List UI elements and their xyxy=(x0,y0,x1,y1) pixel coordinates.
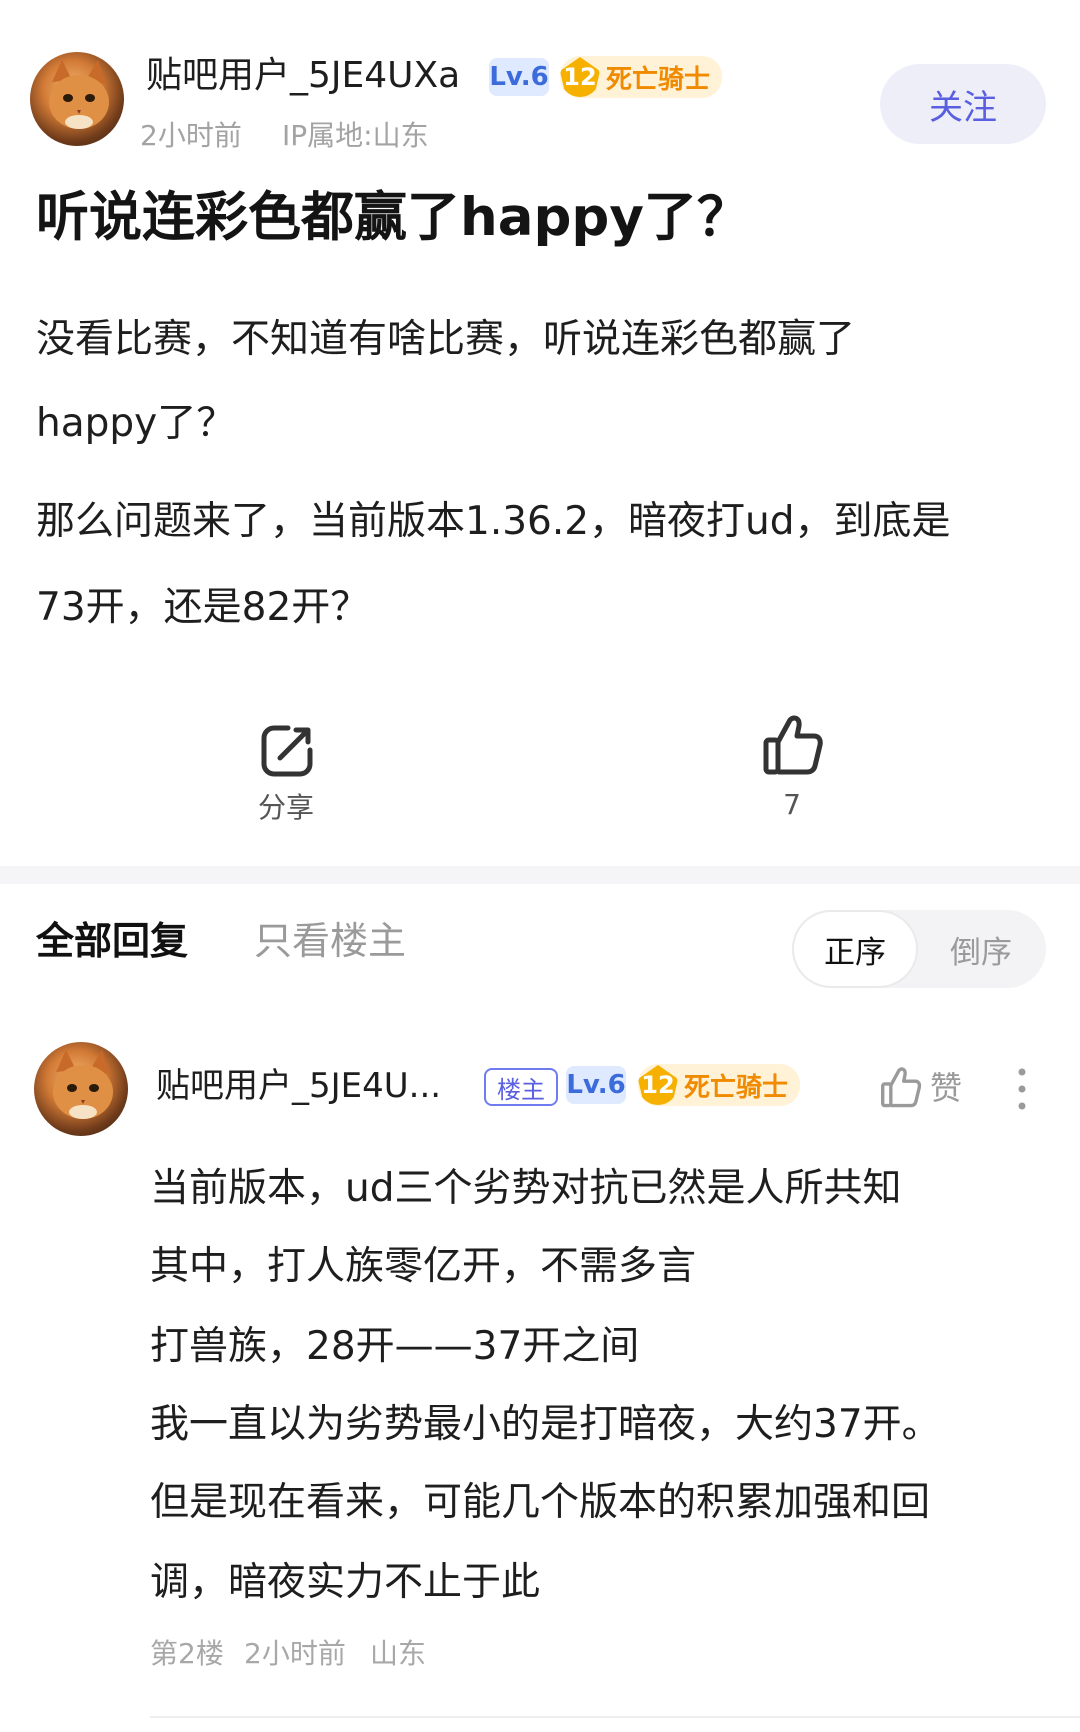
follow-button[interactable]: 关注 xyxy=(880,64,1046,144)
op-badge: 楼主 xyxy=(484,1068,558,1106)
sort-toggle: 正序 倒序 xyxy=(792,910,1046,988)
level-badge-label: Lv.6 xyxy=(489,62,549,92)
tab-all-replies[interactable]: 全部回复 xyxy=(36,916,188,966)
share-label: 分享 xyxy=(257,791,314,824)
post-body-line: happy了？ xyxy=(36,401,236,446)
reply-body-line: 其中，打人族零亿开，不需多言 xyxy=(150,1244,697,1289)
share-icon xyxy=(261,725,313,777)
like-button[interactable]: 7 xyxy=(742,714,842,824)
reply-body-line: 但是现在看来，可能几个版本的积累加强和回 xyxy=(150,1480,931,1525)
sort-ascending[interactable]: 正序 xyxy=(794,912,916,986)
ip-location: IP属地:山东 xyxy=(282,119,429,152)
reply-body-line: 打兽族，28开——37开之间 xyxy=(150,1324,640,1369)
cat-avatar-icon xyxy=(53,1050,113,1119)
reply-location: 山东 xyxy=(370,1637,427,1670)
post-time: 2小时前 xyxy=(140,119,242,152)
reply-divider xyxy=(150,1716,1080,1718)
post-body-line: 没看比赛，不知道有啥比赛，听说连彩色都赢了 xyxy=(36,317,856,362)
tab-op-only[interactable]: 只看楼主 xyxy=(254,916,406,966)
more-vertical-icon xyxy=(1018,1068,1026,1110)
level-badge-label: Lv.6 xyxy=(566,1070,626,1100)
sort-descending[interactable]: 倒序 xyxy=(920,912,1042,986)
share-button[interactable]: 分享 xyxy=(236,718,336,824)
reply-author-avatar[interactable] xyxy=(34,1042,128,1136)
thumbs-up-icon xyxy=(881,1067,922,1108)
reply-like-button[interactable]: 赞 xyxy=(878,1060,978,1116)
reply-level-badge: Lv.6 xyxy=(566,1066,626,1104)
rank-title-badge: 12 死亡骑士 xyxy=(560,56,723,98)
like-count: 7 xyxy=(783,788,801,821)
rank-title-label: 死亡骑士 xyxy=(606,64,711,95)
reply-body-line: 我一直以为劣势最小的是打暗夜，大约37开。 xyxy=(150,1402,941,1447)
post-body-line: 73开，还是82开？ xyxy=(36,585,370,630)
reply-body-line: 调，暗夜实力不止于此 xyxy=(150,1560,541,1605)
reply-author-username[interactable]: 贴吧用户_5JE4U... xyxy=(156,1064,441,1108)
reply-floor: 第2楼 xyxy=(150,1637,224,1670)
more-options-button[interactable] xyxy=(1004,1064,1040,1114)
post-body-line: 那么问题来了，当前版本1.36.2，暗夜打ud，到底是 xyxy=(36,499,951,544)
cat-avatar-icon xyxy=(49,60,109,129)
section-divider xyxy=(0,866,1080,884)
post-title: 听说连彩色都赢了happy了？ xyxy=(36,187,750,248)
rank-title-label: 死亡骑士 xyxy=(684,1072,789,1103)
author-username[interactable]: 贴吧用户_5JE4UXa xyxy=(146,54,460,98)
rank-number: 12 xyxy=(560,57,600,97)
thumbs-up-icon xyxy=(763,715,823,775)
reply-like-label: 赞 xyxy=(930,1069,963,1107)
author-avatar[interactable] xyxy=(30,52,124,146)
level-badge: Lv.6 xyxy=(489,58,549,96)
reply-body-line: 当前版本，ud三个劣势对抗已然是人所共知 xyxy=(150,1166,902,1211)
reply-time: 2小时前 xyxy=(244,1637,346,1670)
rank-number: 12 xyxy=(638,1065,678,1105)
reply-rank-title-badge: 12 死亡骑士 xyxy=(638,1064,801,1106)
